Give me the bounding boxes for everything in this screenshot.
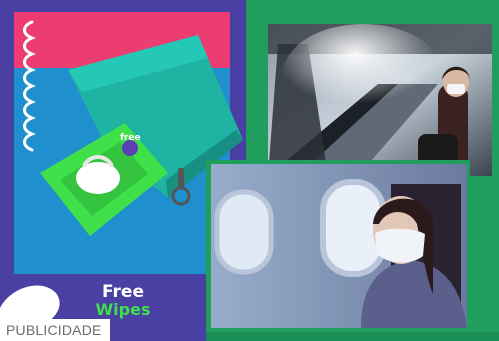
brand-logo: Free Wipes [88, 284, 158, 318]
plane-photo [211, 164, 467, 328]
svg-text:free: free [120, 133, 141, 143]
escalator-photo [268, 24, 492, 176]
ad-disclosure-label: PUBLICIDADE [0, 319, 110, 341]
brand-name-line1: Free [102, 282, 144, 302]
right-frame-strip [470, 182, 499, 341]
wipes-pack-image: free [40, 123, 168, 236]
zipper-tag-icon [171, 168, 191, 206]
brand-name-line2: Wipes [95, 300, 151, 319]
ad-banner[interactable]: free Free Wipes PUBLICIDADE [0, 0, 499, 341]
bottom-frame-strip [206, 332, 499, 341]
